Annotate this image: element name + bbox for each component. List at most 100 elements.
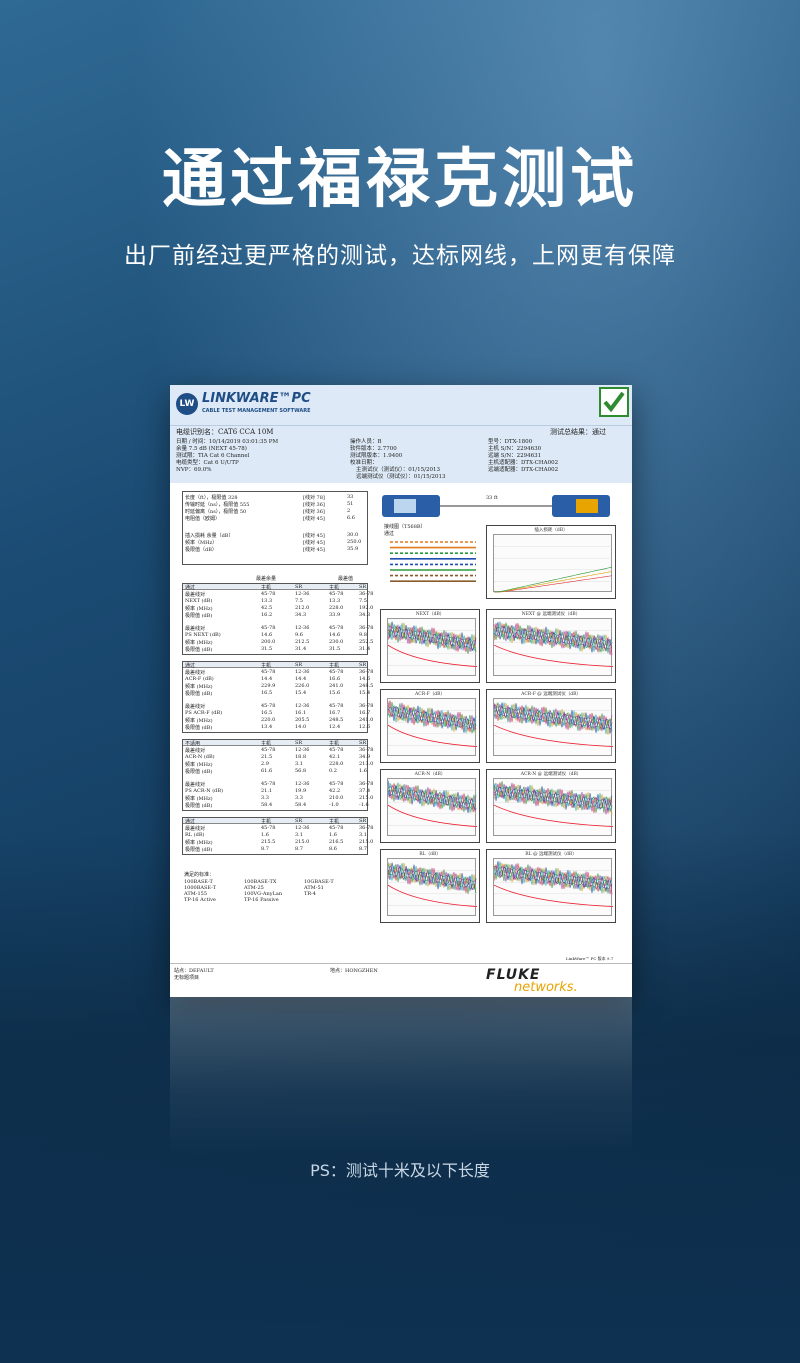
plot-traces <box>387 780 478 827</box>
plot-traces <box>387 862 478 907</box>
networks-logo: networks. <box>514 980 578 995</box>
metric-value: 226.0 <box>295 683 310 689</box>
plot-area <box>493 778 614 836</box>
metric-value: 14.6 <box>261 632 273 638</box>
metric-value: 192.0 <box>359 605 374 611</box>
metric-value: 34.3 <box>359 612 371 618</box>
pair-cell: 45-78 <box>261 591 276 597</box>
pair-cell: 45-78 <box>261 625 276 631</box>
limit-line <box>493 724 614 747</box>
metric-label: 频率 (MHz) <box>185 718 213 724</box>
metric-value: 3.3 <box>261 795 269 801</box>
metric-value: 215.0 <box>295 839 310 845</box>
plot-traces <box>387 700 478 747</box>
metric-value: 8.7 <box>261 846 269 852</box>
limit-line <box>493 884 614 907</box>
metric-label: 极限值 (dB) <box>185 769 213 775</box>
length-row-value: 33 <box>347 494 354 500</box>
column-header: 主机 <box>261 819 272 825</box>
standard-item: TR-4 <box>304 891 316 897</box>
column-header: 主机 <box>261 585 272 591</box>
metric-value: 16.1 <box>295 710 307 716</box>
metric-value: 8.7 <box>295 846 303 852</box>
report-footer: 站点：DEFAULT 无标题项目 地点：HONGZHEN LinkWare™ P… <box>170 956 632 997</box>
length-row-label: 传输时延（ns），极限值 555 <box>185 502 250 508</box>
pass-check-icon <box>599 387 629 417</box>
metric-value: 16.5 <box>261 690 273 696</box>
plot-traces <box>493 781 614 827</box>
sheet-reflection <box>170 997 632 1157</box>
metric-label: PS ACR-F (dB) <box>185 710 223 716</box>
pair-cell: 45-78 <box>329 747 344 753</box>
length-row-value: 51 <box>347 501 354 507</box>
length-row-value: 250.0 <box>347 539 362 545</box>
metric-value: 212.5 <box>295 639 310 645</box>
pair-cell: 36-78 <box>359 747 374 753</box>
metric-label: 频率 (MHz) <box>185 606 213 612</box>
metric-value: 0.2 <box>329 768 337 774</box>
margin-table-header <box>183 740 367 746</box>
metric-value: 248.5 <box>329 717 344 723</box>
metric-value: 34.3 <box>295 612 307 618</box>
margin-table: 不适用 主机 SR 主机 SR 最差线对 45-78 12-36 45-78 36-78 ACR-N… <box>182 739 373 811</box>
column-header: 主机 <box>261 663 272 669</box>
length-row-label: 电阻值（欧姆） <box>185 516 221 522</box>
length-summary-table: 长度（ft），极限值 328 [线对 78] 33 传输时延（ns），极限值 555 [… <box>182 491 368 565</box>
pair-cell: 45-78 <box>261 781 276 787</box>
metric-value: 15.4 <box>359 690 371 696</box>
measurement-plot: NEXT @ 远端测试仪（dB） <box>486 609 616 683</box>
length-row-pair: [线对 36] <box>303 502 325 508</box>
pair-cell: 12-36 <box>295 703 310 709</box>
metric-value: 14.4 <box>295 676 307 682</box>
metric-value: 212.0 <box>295 605 310 611</box>
length-row-label: 频率（MHz） <box>185 540 218 546</box>
metric-value: 31.5 <box>329 646 341 652</box>
metric-value: 9.6 <box>295 632 303 638</box>
metric-label: 频率 (MHz) <box>185 684 213 690</box>
limit-line <box>493 644 614 667</box>
margin-table: 通过 主机 SR 主机 SR 最差线对 45-78 12-36 45-78 36-78 ACR-F … <box>182 661 373 733</box>
plot-traces <box>387 621 478 667</box>
plot-title: RL @ 远端测试仪（dB） <box>525 852 577 857</box>
metric-label: 极限值 (dB) <box>185 847 213 853</box>
worst-pair-label: 最差线对 <box>185 592 206 598</box>
wiremap-result: 通过 <box>384 531 395 537</box>
metric-value: 248.5 <box>359 683 374 689</box>
worst-pair-label: 最差线对 <box>185 782 206 788</box>
metric-label: 极限值 (dB) <box>185 647 213 653</box>
length-row-label: 长度（ft），极限值 328 <box>185 495 238 501</box>
metric-value: 9.8 <box>359 632 367 638</box>
plot-title: NEXT @ 远端测试仪（dB） <box>521 612 581 617</box>
pair-cell: 45-78 <box>261 825 276 831</box>
metric-value: 7.5 <box>359 598 367 604</box>
metric-label: ACR-F (dB) <box>185 676 214 682</box>
pair-cell: 12-36 <box>295 747 310 753</box>
column-header: SR <box>359 740 367 746</box>
metric-value: 16.7 <box>359 710 371 716</box>
metric-label: PS NEXT (dB) <box>185 632 221 638</box>
margin-table-header <box>183 662 367 668</box>
plot-traces <box>494 546 613 593</box>
measurement-plot: ACR-F（dB） <box>380 689 480 763</box>
pair-cell: 12-36 <box>295 669 310 675</box>
pair-cell: 45-78 <box>329 669 344 675</box>
wiremap-diagram <box>390 541 476 583</box>
plot-title: ACR-N @ 远端测试仪（dB） <box>520 772 582 777</box>
metric-value: 19.9 <box>295 788 307 794</box>
worst-pair-label: 最差线对 <box>185 748 206 754</box>
metric-value: 58.4 <box>261 802 273 808</box>
column-header: SR <box>295 662 303 668</box>
metric-value: 3.1 <box>359 832 367 838</box>
plot-area <box>493 858 614 916</box>
metric-value: 18.8 <box>295 754 307 760</box>
metric-value: 13.3 <box>329 598 341 604</box>
column-header: SR <box>295 584 303 590</box>
column-header: 主机 <box>329 663 340 669</box>
metric-value: 16.6 <box>329 676 341 682</box>
column-header: SR <box>295 740 303 746</box>
plot-area <box>493 534 613 593</box>
metric-value: 12.4 <box>329 724 341 730</box>
column-header: SR <box>359 818 367 824</box>
metric-value: 13.3 <box>261 598 273 604</box>
column-header: 主机 <box>329 585 340 591</box>
